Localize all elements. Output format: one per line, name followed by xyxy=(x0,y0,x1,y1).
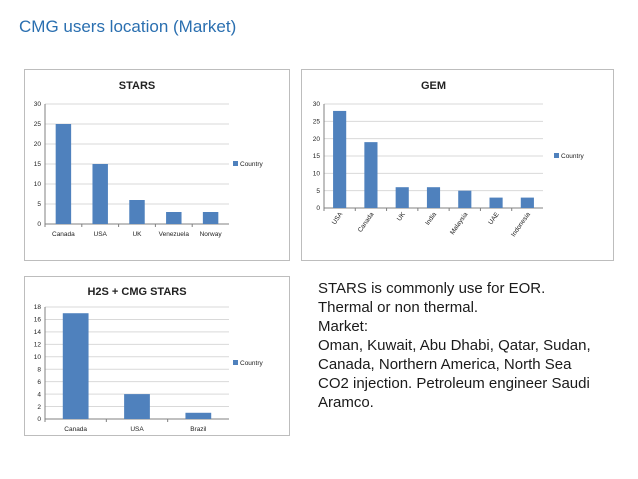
y-tick-label: 30 xyxy=(34,101,42,108)
x-tick-label: Brazil xyxy=(190,426,207,433)
legend-label: Country xyxy=(240,161,264,168)
slide-title: CMG users location (Market) xyxy=(19,17,237,36)
x-tick-label: Norway xyxy=(200,231,223,238)
chart-svg: GEM 0 5 10 15 20 25 30 USA Canada UK India Malaysia U… xyxy=(313,80,585,238)
chart-title: H2S + CMG STARS xyxy=(87,286,186,298)
legend-swatch xyxy=(554,153,559,158)
y-tick-label: 0 xyxy=(316,205,320,212)
note-line: Canada, Northern America, North Sea xyxy=(318,356,572,373)
bar xyxy=(489,197,503,208)
y-tick-label: 20 xyxy=(34,141,42,148)
chart-stars: STARS 0 5 10 15 20 25 30 Canada USA UK Venezuela Nor… xyxy=(24,69,290,261)
chart-svg: H2S + CMG STARS 0 2 4 6 8 10 12 14 16 18 Canada USA B… xyxy=(34,286,264,433)
y-tick-label: 4 xyxy=(37,391,41,398)
chart-title: STARS xyxy=(119,80,155,92)
x-tick-label: USA xyxy=(94,231,108,238)
y-tick-label: 0 xyxy=(37,416,41,423)
legend-label: Country xyxy=(240,360,264,367)
note-line: Oman, Kuwait, Abu Dhabi, Qatar, Sudan, xyxy=(318,337,591,354)
y-tick-label: 5 xyxy=(316,188,320,195)
y-tick-label: 18 xyxy=(34,304,42,311)
note-line: Thermal or non thermal. xyxy=(318,299,479,316)
x-tick-label: Canada xyxy=(357,211,376,234)
y-tick-label: 25 xyxy=(34,121,42,128)
note-line: CO2 injection. Petroleum engineer Saudi xyxy=(318,375,590,392)
bar xyxy=(55,124,72,224)
bar xyxy=(166,212,182,224)
chart-gem: GEM 0 5 10 15 20 25 30 USA Canada UK India Malaysia U… xyxy=(301,69,614,261)
y-tick-label: 10 xyxy=(313,171,321,178)
x-tick-label: USA xyxy=(331,211,345,227)
bar xyxy=(426,187,441,208)
y-tick-label: 20 xyxy=(313,136,321,143)
x-tick-label: USA xyxy=(130,426,144,433)
y-tick-label: 2 xyxy=(37,404,41,411)
note-line: Market: xyxy=(318,318,369,335)
y-tick-label: 8 xyxy=(37,366,41,373)
x-tick-label: India xyxy=(424,211,438,227)
note-line: Aramco. xyxy=(318,394,374,411)
x-tick-label: Canada xyxy=(64,426,87,433)
x-tick-label: Malaysia xyxy=(449,211,470,236)
chart-h2s-cmg-stars: H2S + CMG STARS 0 2 4 6 8 10 12 14 16 18 Canada USA B… xyxy=(24,276,290,436)
bar xyxy=(62,313,89,419)
y-tick-label: 0 xyxy=(37,221,41,228)
y-tick-label: 15 xyxy=(313,153,321,160)
legend-label: Country xyxy=(561,153,585,160)
bar xyxy=(92,164,108,224)
y-tick-label: 14 xyxy=(34,329,42,336)
y-tick-label: 15 xyxy=(34,161,42,168)
legend-swatch xyxy=(233,360,238,365)
y-tick-label: 5 xyxy=(37,201,41,208)
chart-title: GEM xyxy=(421,80,446,92)
bar xyxy=(520,197,534,208)
bar xyxy=(333,110,347,208)
x-tick-label: Venezuela xyxy=(159,231,190,238)
bar xyxy=(185,412,212,419)
bar xyxy=(364,142,378,208)
bar xyxy=(129,200,145,224)
x-tick-label: UAE xyxy=(487,211,501,227)
y-tick-label: 10 xyxy=(34,354,42,361)
y-tick-label: 12 xyxy=(34,342,42,349)
y-tick-label: 25 xyxy=(313,119,321,126)
x-tick-label: Indonesia xyxy=(510,211,532,238)
note-text: STARS is commonly use for EOR. Thermal o… xyxy=(318,279,618,412)
x-tick-label: UK xyxy=(132,231,142,238)
bar xyxy=(124,394,150,419)
x-tick-label: UK xyxy=(396,211,407,223)
y-tick-label: 30 xyxy=(313,101,321,108)
bar xyxy=(202,212,219,224)
legend-swatch xyxy=(233,161,238,166)
x-tick-label: Canada xyxy=(52,231,75,238)
bar xyxy=(395,187,409,208)
chart-svg: STARS 0 5 10 15 20 25 30 Canada USA UK Venezuela Nor… xyxy=(34,80,264,238)
y-tick-label: 6 xyxy=(37,379,41,386)
y-tick-label: 16 xyxy=(34,317,42,324)
y-tick-label: 10 xyxy=(34,181,42,188)
note-line: STARS is commonly use for EOR. xyxy=(318,280,546,297)
bar xyxy=(458,190,472,208)
